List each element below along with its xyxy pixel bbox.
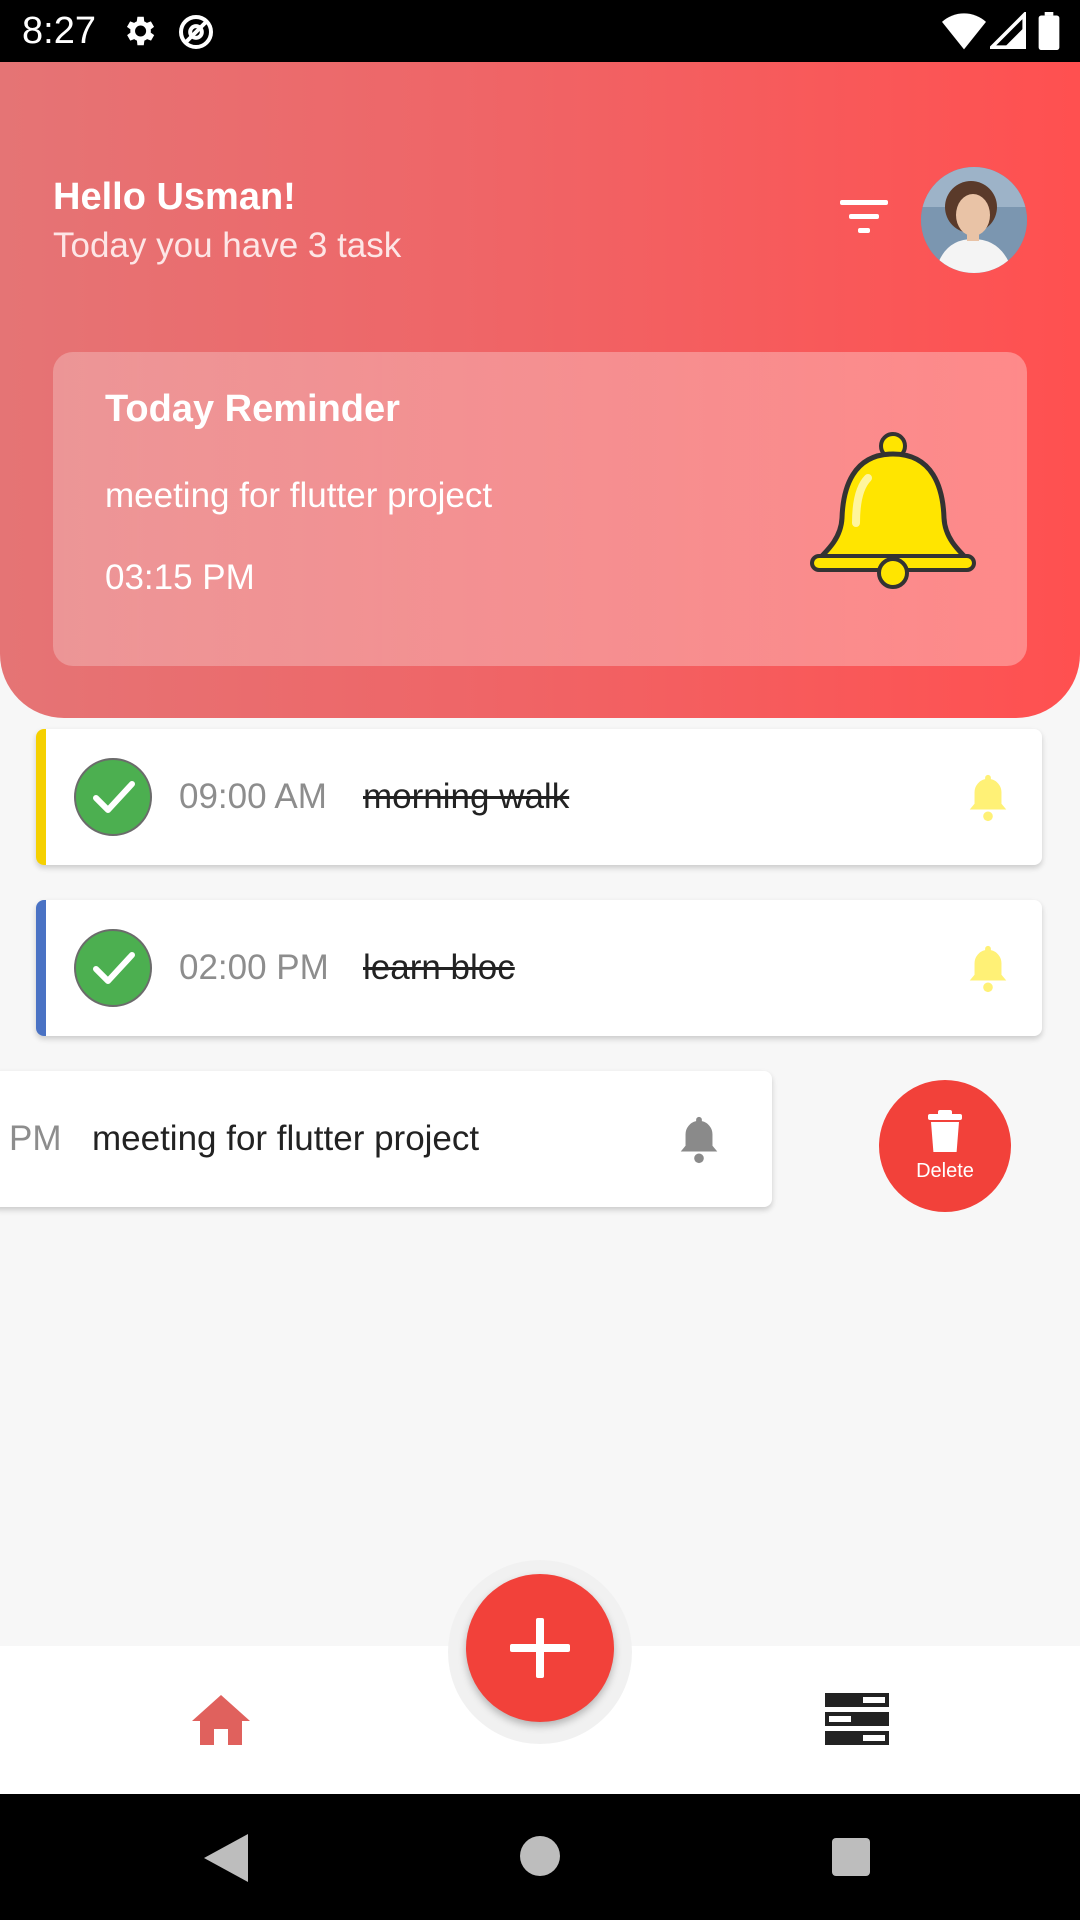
greeting-subtitle: Today you have 3 task (53, 226, 402, 265)
task-title: morning walk (363, 777, 570, 816)
user-avatar[interactable] (921, 167, 1027, 273)
task-row-swiped[interactable]: PM meeting for flutter project (0, 1071, 772, 1207)
task-time: 02:00 PM (179, 948, 329, 987)
task-title: learn bloc (363, 948, 515, 987)
at-sign-icon (179, 15, 213, 49)
delete-button[interactable]: Delete (879, 1080, 1011, 1212)
filter-icon[interactable] (836, 196, 892, 240)
bell-icon[interactable] (964, 944, 1012, 994)
reminder-title: Today Reminder (105, 388, 400, 430)
task-row[interactable]: 02:00 PM learn bloc (36, 900, 1042, 1036)
bell-icon[interactable] (964, 773, 1012, 823)
plus-icon (510, 1618, 570, 1678)
task-color-stripe (36, 900, 46, 1036)
greeting-title: Hello Usman! (53, 176, 296, 218)
signal-icon (990, 12, 1026, 49)
bell-icon (810, 432, 976, 589)
recents-icon[interactable] (832, 1838, 870, 1876)
check-circle-icon[interactable] (74, 929, 152, 1007)
check-circle-icon[interactable] (74, 758, 152, 836)
task-row[interactable]: 09:00 AM morning walk (36, 729, 1042, 865)
task-color-stripe (36, 729, 46, 865)
task-title: meeting for flutter project (92, 1119, 480, 1158)
status-bar: 8:27 (0, 0, 1080, 62)
trash-icon (928, 1110, 962, 1152)
battery-icon (1038, 12, 1060, 50)
back-icon[interactable] (204, 1834, 248, 1882)
home-circle-icon[interactable] (520, 1836, 560, 1876)
add-task-button[interactable] (466, 1574, 614, 1722)
task-time: 09:00 AM (179, 777, 327, 816)
reminder-text: meeting for flutter project (105, 476, 493, 515)
status-time: 8:27 (22, 10, 96, 52)
system-navigation-bar (0, 1794, 1080, 1920)
task-time: PM (9, 1119, 62, 1158)
reminder-time: 03:15 PM (105, 558, 255, 597)
gear-icon (126, 16, 155, 46)
delete-label: Delete (916, 1160, 974, 1182)
home-icon[interactable] (192, 1695, 250, 1745)
bell-icon[interactable] (675, 1115, 723, 1165)
wifi-icon (942, 13, 986, 50)
list-icon[interactable] (825, 1693, 889, 1745)
